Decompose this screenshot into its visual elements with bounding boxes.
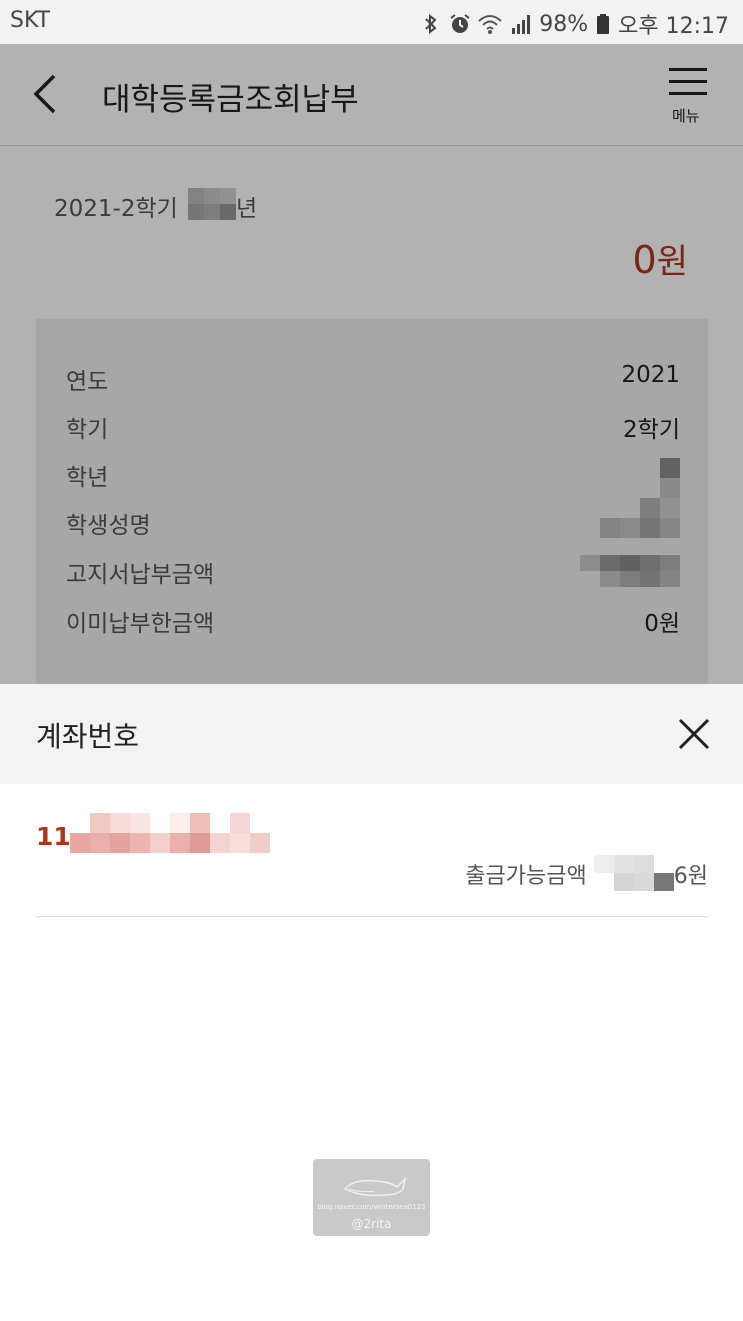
battery-percent: 98% [539,11,589,37]
blog-watermark: blog.naver.com/wintersea0123 @2rita [313,1159,430,1236]
watermark-handle: @2rita [351,1217,392,1231]
clock: 오후 12:17 [618,14,729,39]
account-sheet-header: 계좌번호 [0,684,743,784]
signal-icon [511,13,531,35]
status-icons: 98% 오후 12:17 [421,8,729,40]
carrier-name: SKT [10,8,51,33]
battery-icon [596,13,610,35]
whale-icon [343,1176,407,1197]
close-icon [678,718,710,750]
available-balance: 출금가능금액 6원 [465,855,708,891]
redacted-mosaic [70,813,276,855]
status-bar: SKT 98% 오후 12:17 [0,0,743,44]
redacted-mosaic [593,855,674,891]
modal-overlay[interactable] [0,44,743,684]
alarm-icon [449,13,470,35]
wifi-icon [477,13,503,35]
sheet-title: 계좌번호 [36,720,140,753]
close-button[interactable] [676,716,712,752]
account-number: 11 [36,822,71,851]
watermark-url: blog.naver.com/wintersea0123 [317,1203,426,1211]
bluetooth-icon [421,13,441,35]
account-item[interactable]: 11 출금가능금액 6원 [36,800,708,917]
